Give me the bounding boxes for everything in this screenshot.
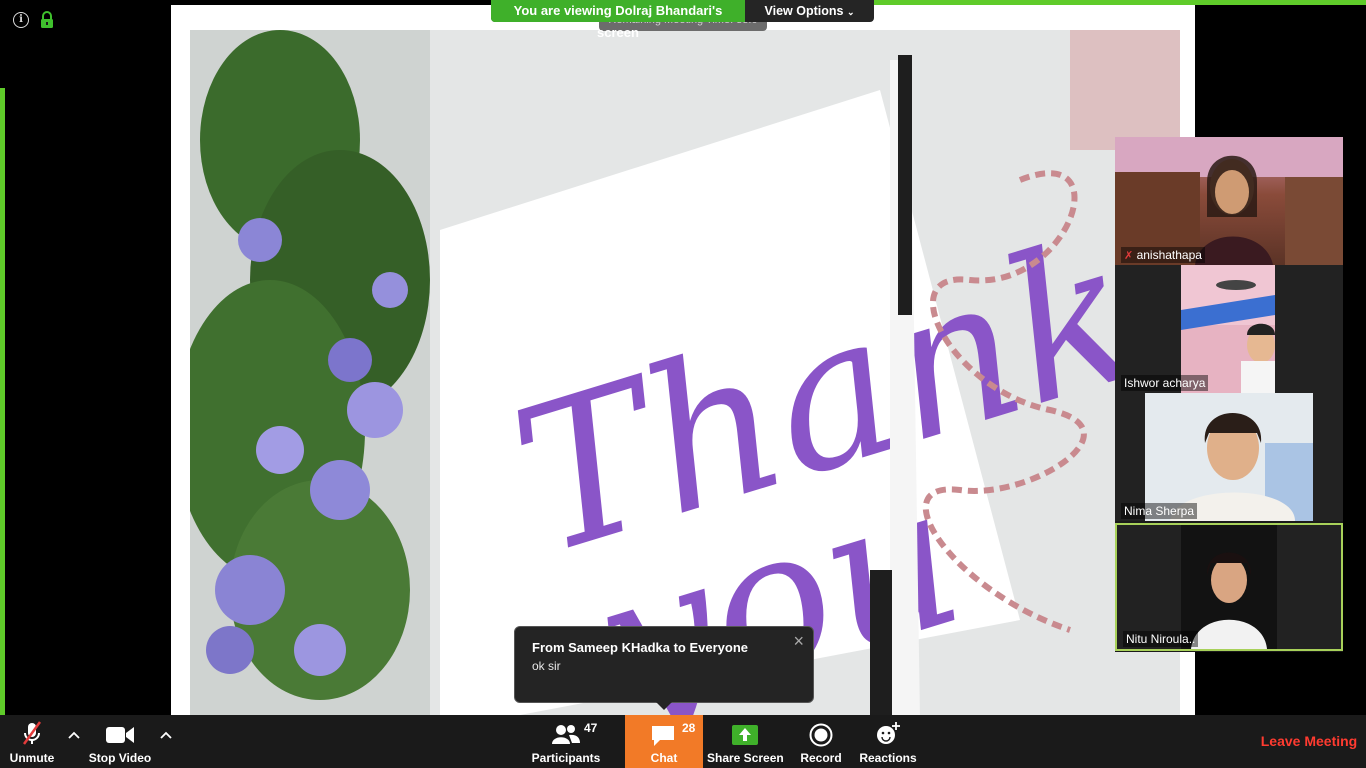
record-label: Record (800, 751, 842, 765)
view-options-label: View Options (764, 4, 844, 18)
chevron-down-icon: ⌄ (846, 7, 855, 17)
chat-label: Chat (650, 751, 678, 765)
participant-name: Ishwor acharya (1121, 375, 1209, 391)
share-border (0, 88, 5, 715)
chat-notification-message: ok sir (532, 659, 561, 673)
unmute-label: Unmute (9, 751, 55, 765)
info-icon[interactable]: i (13, 12, 29, 28)
muted-mic-icon (22, 721, 42, 745)
share-screen-label: Share Screen (707, 751, 784, 765)
participants-button[interactable]: 47 Participants (530, 715, 602, 768)
stop-video-button[interactable]: Stop Video (86, 715, 154, 768)
participant-tile[interactable]: Nima Sherpa (1115, 393, 1343, 521)
chat-unread-count: 28 (682, 721, 696, 735)
muted-mic-icon: ✗ (1124, 250, 1134, 262)
participant-tile[interactable]: ✗ anishathapa (1115, 137, 1343, 265)
chevron-up-icon[interactable] (67, 728, 81, 742)
participant-video (1181, 265, 1275, 393)
zoom-meeting-window: i Thank you You are viewing Dolraj Bhand… (0, 0, 1366, 768)
participant-name: Nitu Niroula.. (1123, 631, 1199, 647)
participant-name: ✗ anishathapa (1121, 247, 1205, 263)
video-gallery: ✗ anishathapa Ishwor acharya Nima Sherpa… (1115, 137, 1343, 652)
chat-notification[interactable]: From Sameep KHadka to Everyone ok sir × (514, 626, 814, 710)
stop-video-label: Stop Video (88, 751, 152, 765)
thank-you-slide-image: Thank you (190, 30, 1180, 715)
reactions-button[interactable]: Reactions (858, 715, 918, 768)
smiley-add-icon (877, 722, 900, 744)
encryption-lock-icon[interactable] (40, 11, 54, 29)
participant-video (1145, 393, 1313, 521)
chat-button[interactable]: 28 Chat (625, 715, 703, 768)
participants-label: Participants (531, 751, 601, 765)
share-screen-button[interactable]: Share Screen (707, 715, 784, 768)
viewing-banner: You are viewing Dolraj Bhandari's screen… (491, 0, 874, 40)
participant-name: Nima Sherpa (1121, 503, 1198, 519)
viewing-label: You are viewing Dolraj Bhandari's screen (491, 0, 745, 40)
notification-pointer (656, 702, 672, 710)
video-camera-icon (106, 727, 134, 743)
close-icon[interactable]: × (793, 631, 804, 652)
view-options-button[interactable]: View Options ⌄ (745, 0, 874, 22)
meeting-toolbar: Unmute Stop Video 47 Participants 28 Cha… (0, 715, 1366, 768)
chevron-up-icon[interactable] (159, 728, 173, 742)
participant-tile[interactable]: Ishwor acharya (1115, 265, 1343, 393)
participants-count: 47 (584, 721, 598, 735)
record-button[interactable]: Record (796, 715, 846, 768)
chat-bubble-icon (652, 726, 674, 746)
chat-notification-title: From Sameep KHadka to Everyone (532, 640, 749, 655)
record-icon (809, 723, 833, 747)
reactions-label: Reactions (859, 751, 917, 765)
leave-meeting-button[interactable]: Leave Meeting (1257, 733, 1361, 749)
participant-video (1115, 137, 1343, 265)
participant-tile-active-speaker[interactable]: Nitu Niroula.. (1115, 523, 1343, 651)
share-screen-icon (732, 725, 758, 745)
unmute-button[interactable]: Unmute (4, 715, 60, 768)
participants-icon (552, 725, 580, 744)
